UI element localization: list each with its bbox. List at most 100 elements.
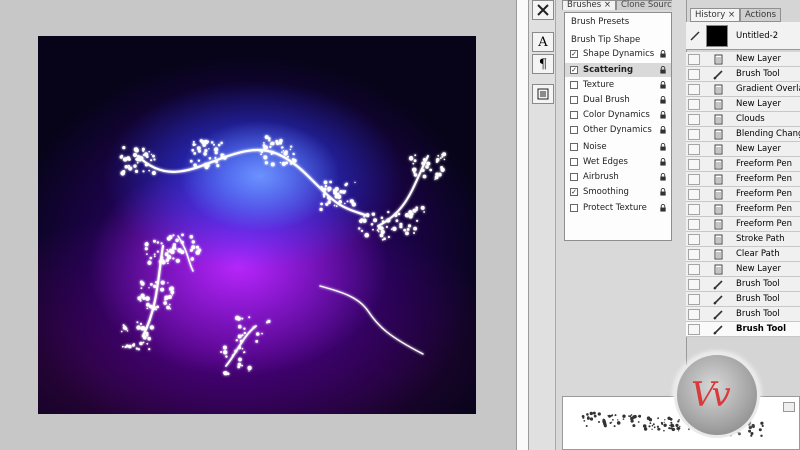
- option-checkbox[interactable]: [570, 111, 578, 119]
- history-snapshot[interactable]: Untitled-2: [686, 22, 800, 50]
- layer-comps-icon[interactable]: [532, 84, 554, 104]
- history-state[interactable]: Clear Path: [686, 247, 800, 262]
- history-source-box[interactable]: [688, 264, 700, 275]
- sparkle-dot: [214, 156, 217, 159]
- history-state[interactable]: Brush Tool: [686, 307, 800, 322]
- history-source-box[interactable]: [688, 279, 700, 290]
- paragraph-icon[interactable]: ¶: [532, 54, 554, 74]
- brush-option-protect-texture[interactable]: Protect Texture: [565, 201, 671, 215]
- history-source-box[interactable]: [688, 219, 700, 230]
- sparkle-dot: [171, 294, 174, 296]
- sparkle-dot: [220, 141, 223, 145]
- history-state[interactable]: New Layer: [686, 142, 800, 157]
- history-source-box[interactable]: [688, 294, 700, 305]
- history-state[interactable]: New Layer: [686, 262, 800, 277]
- history-source-box[interactable]: [688, 99, 700, 110]
- history-source-box[interactable]: [688, 129, 700, 140]
- lock-icon[interactable]: [659, 204, 667, 212]
- artwork-canvas[interactable]: [38, 36, 476, 414]
- lock-icon[interactable]: [659, 50, 667, 58]
- brush-option-shape-dynamics[interactable]: ✓ Shape Dynamics: [565, 47, 671, 61]
- preview-scroll-button[interactable]: [783, 402, 795, 412]
- option-checkbox[interactable]: [570, 96, 578, 104]
- lock-icon[interactable]: [659, 158, 667, 166]
- history-state[interactable]: Freeform Pen: [686, 202, 800, 217]
- history-state[interactable]: New Layer: [686, 97, 800, 112]
- brush-option-other-dynamics[interactable]: Other Dynamics: [565, 123, 671, 137]
- history-state[interactable]: Stroke Path: [686, 232, 800, 247]
- history-source-box[interactable]: [688, 144, 700, 155]
- option-checkbox[interactable]: [570, 173, 578, 181]
- option-checkbox[interactable]: [570, 81, 578, 89]
- history-source-box[interactable]: [688, 249, 700, 260]
- lock-icon[interactable]: [659, 66, 667, 74]
- history-source-box[interactable]: [688, 54, 700, 65]
- history-source-box[interactable]: [688, 84, 700, 95]
- history-state-label: New Layer: [736, 99, 781, 109]
- option-label: Protect Texture: [583, 203, 647, 213]
- sparkle-dot: [119, 155, 123, 159]
- brush-option-texture[interactable]: Texture: [565, 78, 671, 92]
- history-state[interactable]: Brush Tool: [686, 67, 800, 82]
- document-icon: [714, 204, 723, 215]
- history-state[interactable]: New Layer: [686, 52, 800, 67]
- brush-option-wet-edges[interactable]: Wet Edges: [565, 155, 671, 169]
- tab-brushes[interactable]: Brushes ×: [562, 0, 617, 10]
- brush-option-brush-tip-shape[interactable]: Brush Tip Shape: [565, 33, 671, 47]
- brushes-panel-scroll-area: [672, 0, 686, 260]
- lock-icon[interactable]: [659, 111, 667, 119]
- lock-icon[interactable]: [659, 81, 667, 89]
- preview-dot: [597, 412, 601, 416]
- lock-icon[interactable]: [659, 96, 667, 104]
- history-source-box[interactable]: [688, 174, 700, 185]
- history-state[interactable]: Brush Tool: [686, 322, 800, 337]
- history-source-box[interactable]: [688, 204, 700, 215]
- history-source-box[interactable]: [688, 159, 700, 170]
- sparkle-dot: [320, 185, 323, 189]
- sparkle-dot: [360, 229, 364, 233]
- brush-option-airbrush[interactable]: Airbrush: [565, 170, 671, 184]
- history-state[interactable]: Gradient Overlay: [686, 82, 800, 97]
- sparkle-dot: [403, 228, 407, 232]
- brush-option-brush-presets[interactable]: Brush Presets: [565, 15, 671, 29]
- option-checkbox[interactable]: ✓: [570, 50, 578, 58]
- history-source-box[interactable]: [688, 189, 700, 200]
- brush-icon: [713, 70, 723, 80]
- lock-icon[interactable]: [659, 126, 667, 134]
- option-checkbox[interactable]: ✓: [570, 66, 578, 74]
- sparkle-dot: [395, 219, 399, 223]
- option-checkbox[interactable]: ✓: [570, 188, 578, 196]
- history-source-box[interactable]: [688, 69, 700, 80]
- option-checkbox[interactable]: [570, 126, 578, 134]
- tab-history[interactable]: History ×: [690, 8, 741, 22]
- history-state[interactable]: Freeform Pen: [686, 217, 800, 232]
- history-source-box[interactable]: [688, 234, 700, 245]
- history-state[interactable]: Brush Tool: [686, 292, 800, 307]
- lock-icon[interactable]: [659, 173, 667, 181]
- brush-settings-icon[interactable]: [532, 0, 554, 20]
- history-state[interactable]: Brush Tool: [686, 277, 800, 292]
- panel-divider[interactable]: [516, 0, 529, 450]
- option-checkbox[interactable]: [570, 204, 578, 212]
- history-state[interactable]: Blending Change: [686, 127, 800, 142]
- lock-icon[interactable]: [659, 143, 667, 151]
- brush-option-scattering[interactable]: ✓ Scattering: [565, 63, 671, 77]
- history-state[interactable]: Freeform Pen: [686, 172, 800, 187]
- history-source-box[interactable]: [688, 114, 700, 125]
- history-state[interactable]: Clouds: [686, 112, 800, 127]
- history-source-box[interactable]: [688, 324, 700, 335]
- lock-icon[interactable]: [659, 188, 667, 196]
- history-state-label: Blending Change: [736, 129, 800, 139]
- brush-option-color-dynamics[interactable]: Color Dynamics: [565, 108, 671, 122]
- tab-actions[interactable]: Actions: [740, 8, 782, 22]
- history-source-box[interactable]: [688, 309, 700, 320]
- text-type-icon[interactable]: A: [532, 32, 554, 52]
- option-checkbox[interactable]: [570, 143, 578, 151]
- brush-option-dual-brush[interactable]: Dual Brush: [565, 93, 671, 107]
- brush-option-noise[interactable]: Noise: [565, 140, 671, 154]
- history-state[interactable]: Freeform Pen: [686, 157, 800, 172]
- brush-option-smoothing[interactable]: ✓ Smoothing: [565, 185, 671, 199]
- history-state[interactable]: Freeform Pen: [686, 187, 800, 202]
- option-checkbox[interactable]: [570, 158, 578, 166]
- sparkle-dot: [134, 169, 139, 173]
